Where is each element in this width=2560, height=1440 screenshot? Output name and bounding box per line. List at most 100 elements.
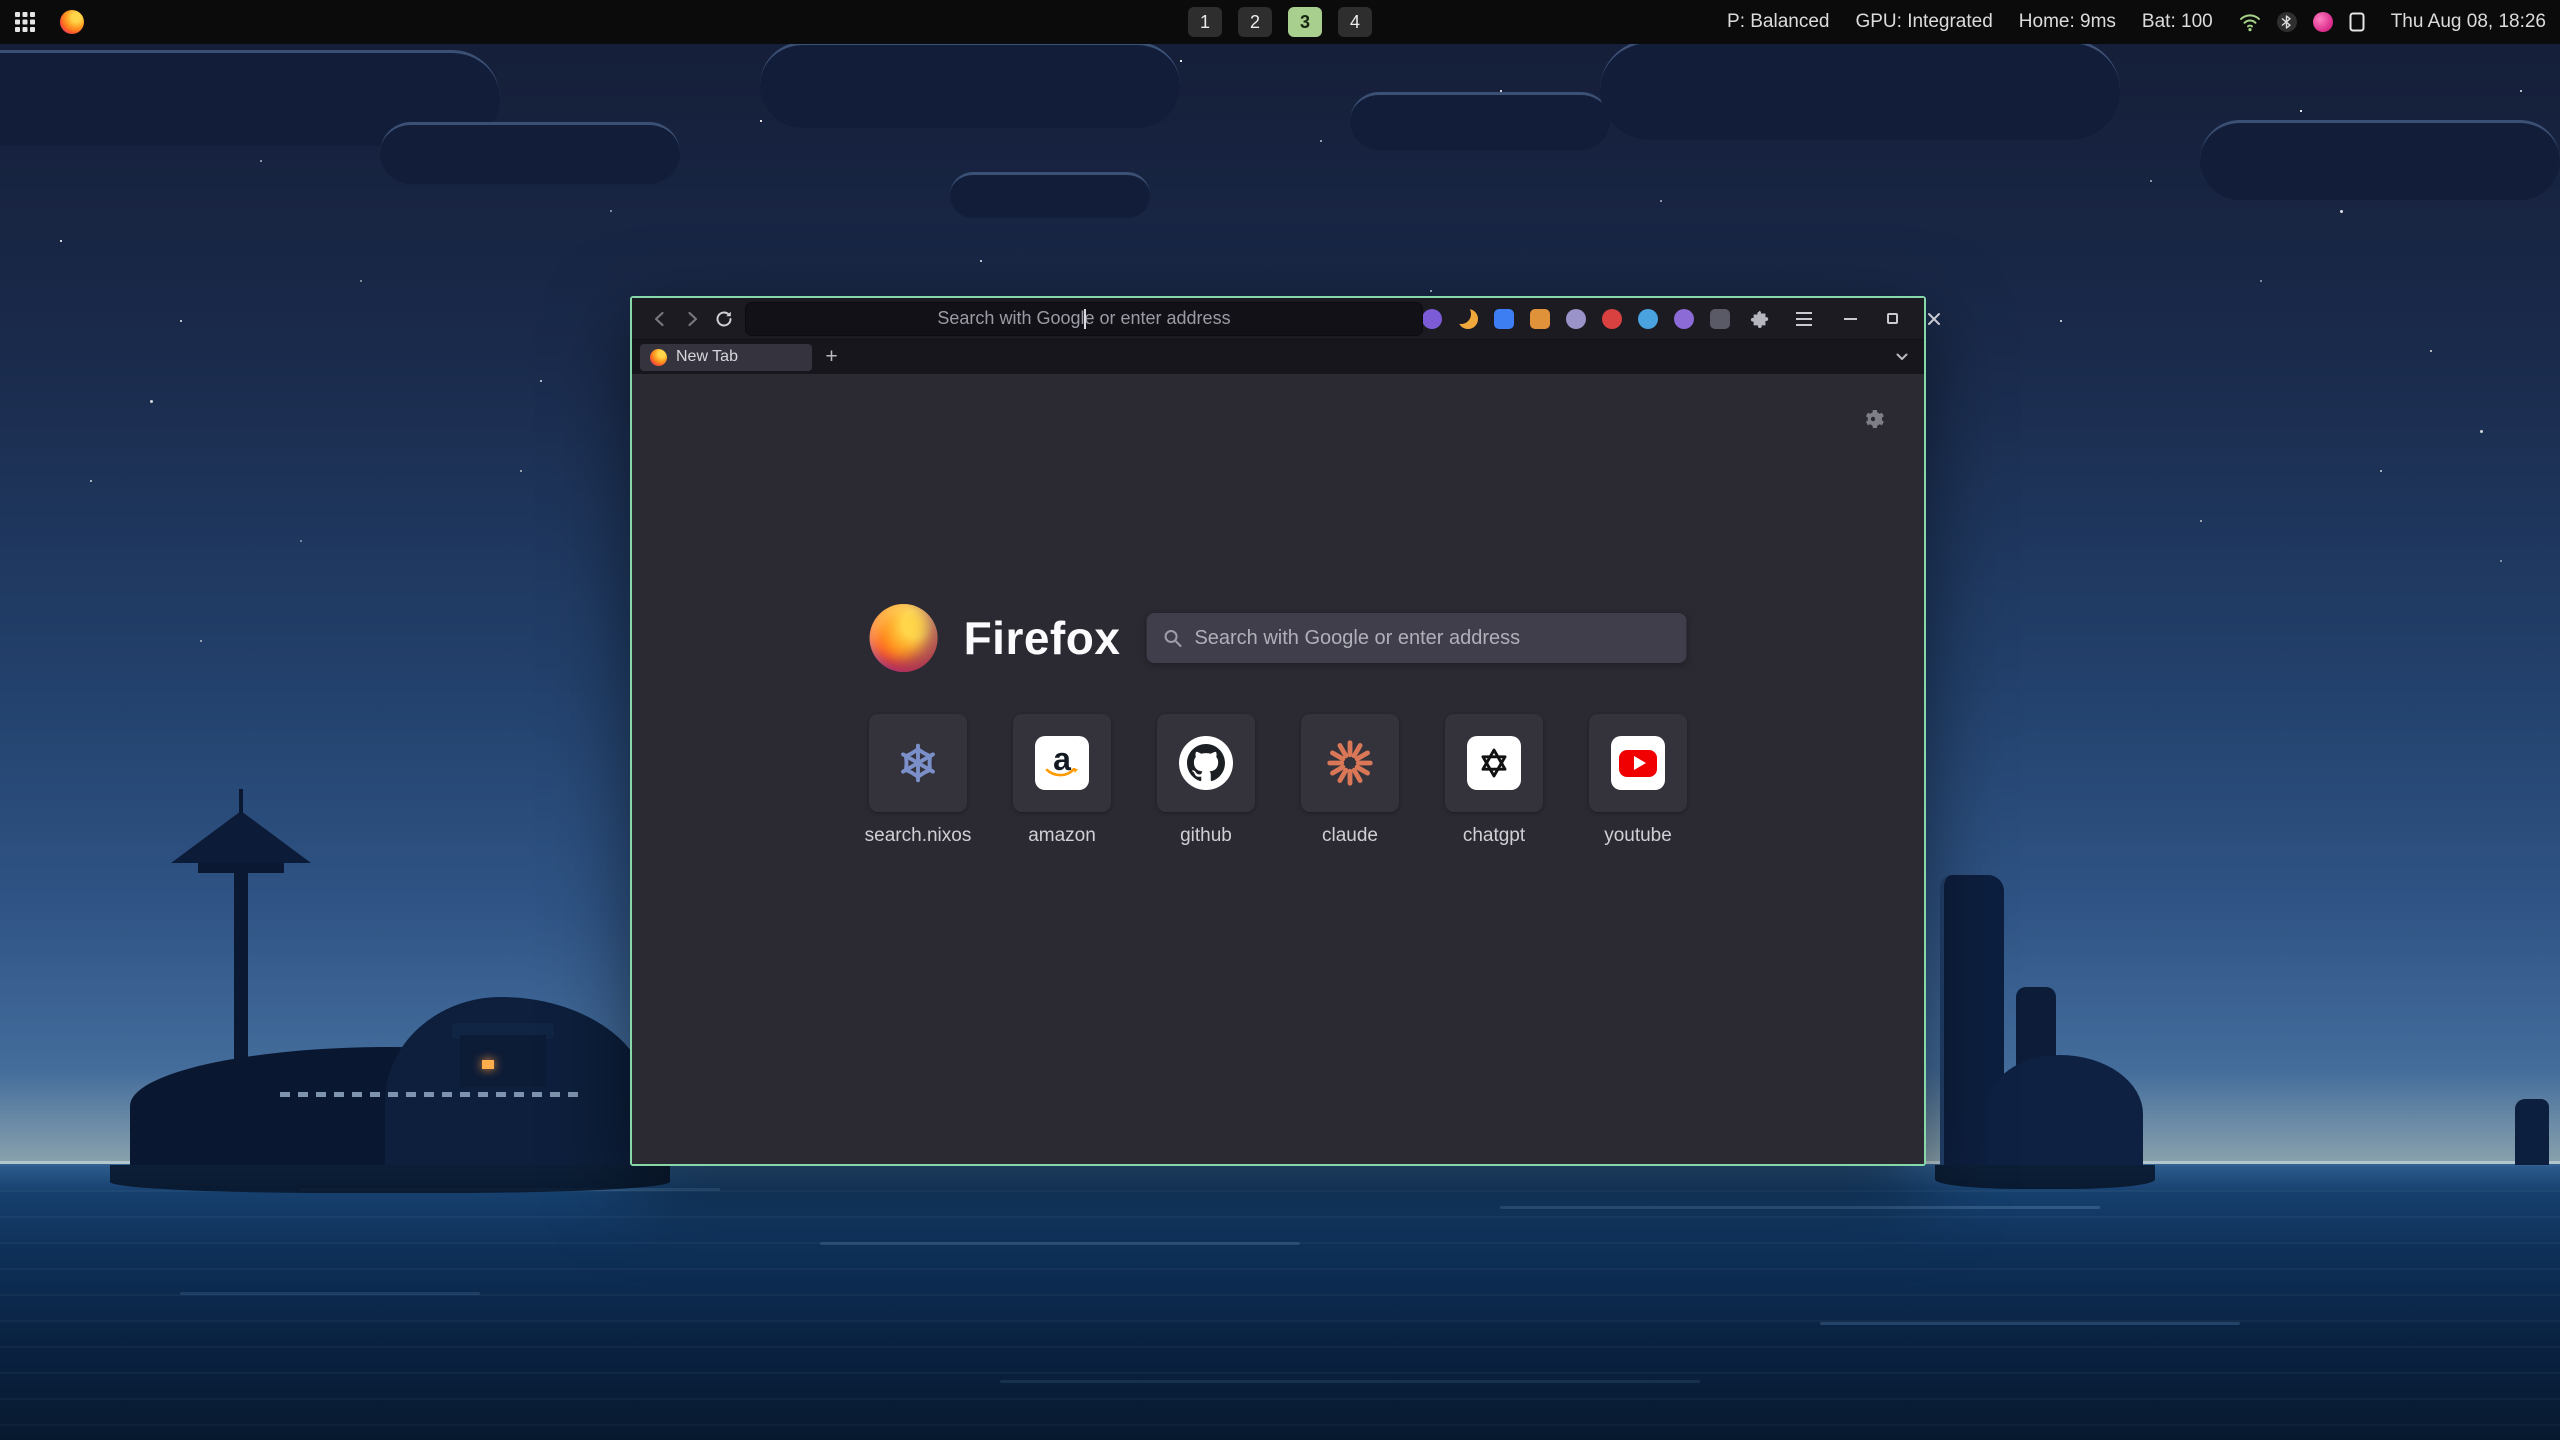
cloud — [1600, 40, 2120, 140]
list-all-tabs-chevron-icon[interactable] — [1888, 344, 1916, 371]
shortcut-tile[interactable] — [1445, 714, 1543, 812]
extension-icon[interactable] — [1710, 309, 1730, 329]
firefox-launcher-icon[interactable] — [60, 10, 84, 34]
window-controls — [1838, 307, 1950, 331]
hut — [460, 1035, 546, 1087]
extension-icon[interactable] — [1530, 309, 1550, 329]
cloud — [380, 122, 680, 184]
reload-button[interactable] — [708, 303, 740, 335]
back-button[interactable] — [644, 303, 676, 335]
cloud — [950, 172, 1150, 218]
extension-icon[interactable] — [1494, 309, 1514, 329]
top-status-bar: 1 2 3 4 P: Balanced GPU: Integrated Home… — [0, 0, 2560, 44]
power-profile-status: P: Balanced — [1727, 11, 1829, 33]
browser-toolbar — [632, 298, 1924, 340]
shortcut-youtube[interactable]: youtube — [1589, 714, 1687, 847]
rock-mound — [1988, 1055, 2143, 1165]
minimize-button[interactable] — [1838, 307, 1862, 331]
boardwalk — [280, 1092, 580, 1097]
url-bar[interactable] — [746, 303, 1422, 335]
maximize-button[interactable] — [1880, 307, 1904, 331]
shortcut-tile[interactable] — [1301, 714, 1399, 812]
rock-spike — [2515, 1099, 2549, 1165]
desktop: 1 2 3 4 P: Balanced GPU: Integrated Home… — [0, 0, 2560, 1440]
workspace-switcher: 1 2 3 4 — [1180, 0, 1380, 44]
cloud — [760, 42, 1180, 128]
text-caret — [1084, 309, 1086, 329]
water-reflection — [180, 1292, 480, 1295]
shortcut-tile[interactable] — [869, 714, 967, 812]
shortcut-search-nixos[interactable]: search.nixos — [869, 714, 967, 847]
cloud — [2200, 120, 2560, 200]
water-reflection — [820, 1242, 1300, 1245]
workspace-button[interactable]: 3 — [1288, 7, 1322, 37]
wifi-icon[interactable] — [2239, 12, 2261, 32]
topbar-right: P: Balanced GPU: Integrated Home: 9ms Ba… — [1727, 11, 2546, 33]
tablet-mode-icon[interactable] — [2349, 12, 2365, 32]
brand-and-search-row: Firefox — [870, 602, 1687, 674]
extension-icon[interactable] — [1566, 309, 1586, 329]
shortcut-label: amazon — [1028, 825, 1096, 847]
extension-icon[interactable] — [1422, 309, 1442, 329]
openai-knot-icon — [1467, 736, 1521, 790]
bluetooth-icon[interactable] — [2277, 12, 2297, 32]
island-reflection — [110, 1165, 670, 1193]
new-tab-page: Firefox — [632, 374, 1924, 1164]
shortcut-label: youtube — [1604, 825, 1672, 847]
extension-icon[interactable] — [1638, 309, 1658, 329]
wallpaper-rocks — [1930, 860, 2560, 1165]
water-reflection — [1000, 1380, 1700, 1383]
shortcut-tile[interactable] — [1589, 714, 1687, 812]
tab-new-tab[interactable]: New Tab — [640, 344, 812, 371]
menu-hamburger-icon[interactable] — [1790, 305, 1818, 333]
extension-icon[interactable] — [1602, 309, 1622, 329]
extensions-puzzle-icon[interactable] — [1746, 305, 1774, 333]
shortcut-label: search.nixos — [865, 825, 972, 847]
shortcut-label: claude — [1322, 825, 1378, 847]
youtube-icon — [1611, 736, 1665, 790]
search-icon — [1162, 628, 1182, 648]
tab-title: New Tab — [676, 348, 738, 366]
forward-button[interactable] — [676, 303, 708, 335]
shortcut-tiles: search.nixos a — [869, 714, 1687, 847]
hut-lit-window — [482, 1060, 494, 1069]
workspace-button[interactable]: 1 — [1188, 7, 1222, 37]
shortcut-label: github — [1180, 825, 1232, 847]
new-tab-button[interactable]: + — [818, 344, 845, 371]
shortcut-claude[interactable]: claude — [1301, 714, 1399, 847]
extensions-cluster — [1422, 305, 1824, 333]
github-octocat-icon — [1179, 736, 1233, 790]
shortcut-amazon[interactable]: a amazon — [1013, 714, 1111, 847]
firefox-window: New Tab + Firefox — [630, 296, 1926, 1166]
nixos-snowflake-icon — [895, 740, 941, 786]
gpu-status: GPU: Integrated — [1855, 11, 1992, 33]
amazon-icon: a — [1035, 736, 1089, 790]
newtab-search-bar[interactable] — [1146, 613, 1686, 663]
watchtower-tip — [239, 789, 243, 813]
wallpaper-island — [130, 770, 650, 1165]
app-launcher-icon[interactable] — [14, 11, 36, 33]
shortcut-tile[interactable] — [1157, 714, 1255, 812]
shortcut-github[interactable]: github — [1157, 714, 1255, 847]
topbar-tray — [2239, 12, 2365, 32]
firefox-logo — [870, 604, 938, 672]
firefox-wordmark: Firefox — [964, 611, 1121, 665]
wallpaper-ocean — [0, 1164, 2560, 1440]
color-picker-icon[interactable] — [2313, 12, 2333, 32]
close-button[interactable] — [1922, 307, 1946, 331]
rocks-reflection — [1935, 1165, 2155, 1189]
personalize-gear-icon[interactable] — [1860, 406, 1886, 432]
workspace-button[interactable]: 4 — [1338, 7, 1372, 37]
topbar-left — [14, 10, 84, 34]
extension-icon[interactable] — [1674, 309, 1694, 329]
watchtower-platform — [198, 863, 284, 873]
extension-icon[interactable] — [1458, 309, 1478, 329]
shortcut-label: chatgpt — [1463, 825, 1525, 847]
shortcut-chatgpt[interactable]: chatgpt — [1445, 714, 1543, 847]
newtab-search-input[interactable] — [1194, 627, 1670, 650]
water-reflection — [1500, 1206, 2100, 1209]
workspace-button[interactable]: 2 — [1238, 7, 1272, 37]
shortcut-tile[interactable]: a — [1013, 714, 1111, 812]
firefox-favicon — [650, 349, 667, 366]
watchtower-roof — [171, 811, 311, 863]
